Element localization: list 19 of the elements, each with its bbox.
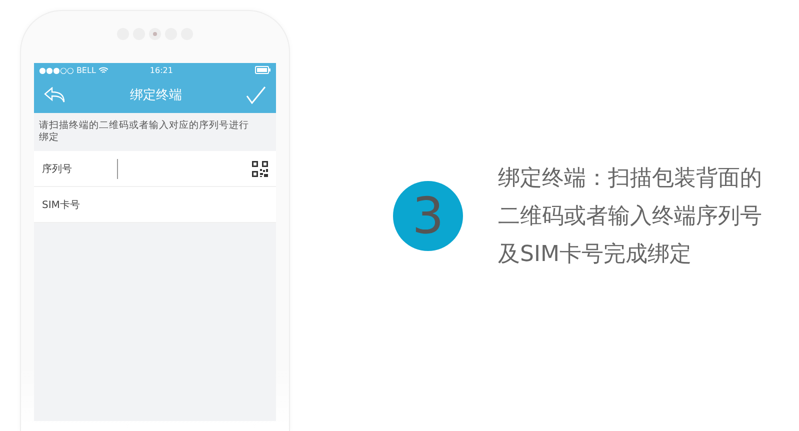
wifi-icon [98, 66, 108, 74]
hint-text: 请扫描终端的二维码或者输入对应的序列号进行绑定 [38, 119, 250, 145]
input-field[interactable]: 序列号 [34, 151, 276, 187]
back-icon[interactable] [44, 87, 66, 103]
page-dot[interactable] [149, 28, 161, 40]
step-description: 及SIM卡号完成绑定 [498, 240, 692, 268]
check-icon[interactable] [246, 86, 266, 104]
input-field[interactable]: SIM卡号 [34, 187, 276, 223]
nav-title: 绑定终端 [130, 87, 182, 104]
field-label: SIM卡号 [42, 198, 81, 212]
qr-code-icon[interactable] [252, 160, 268, 176]
step-description: 绑定终端：扫描包装背面的 [498, 164, 762, 192]
field-label: 序列号 [42, 162, 73, 176]
text-cursor [117, 158, 118, 178]
step-description: 二维码或者输入终端序列号 [498, 202, 762, 230]
clock-time: 16:21 [148, 66, 174, 74]
carrier-label: ●●●○○ BELL [39, 66, 96, 74]
battery-icon [255, 66, 271, 74]
step-number: 3 [393, 180, 463, 250]
